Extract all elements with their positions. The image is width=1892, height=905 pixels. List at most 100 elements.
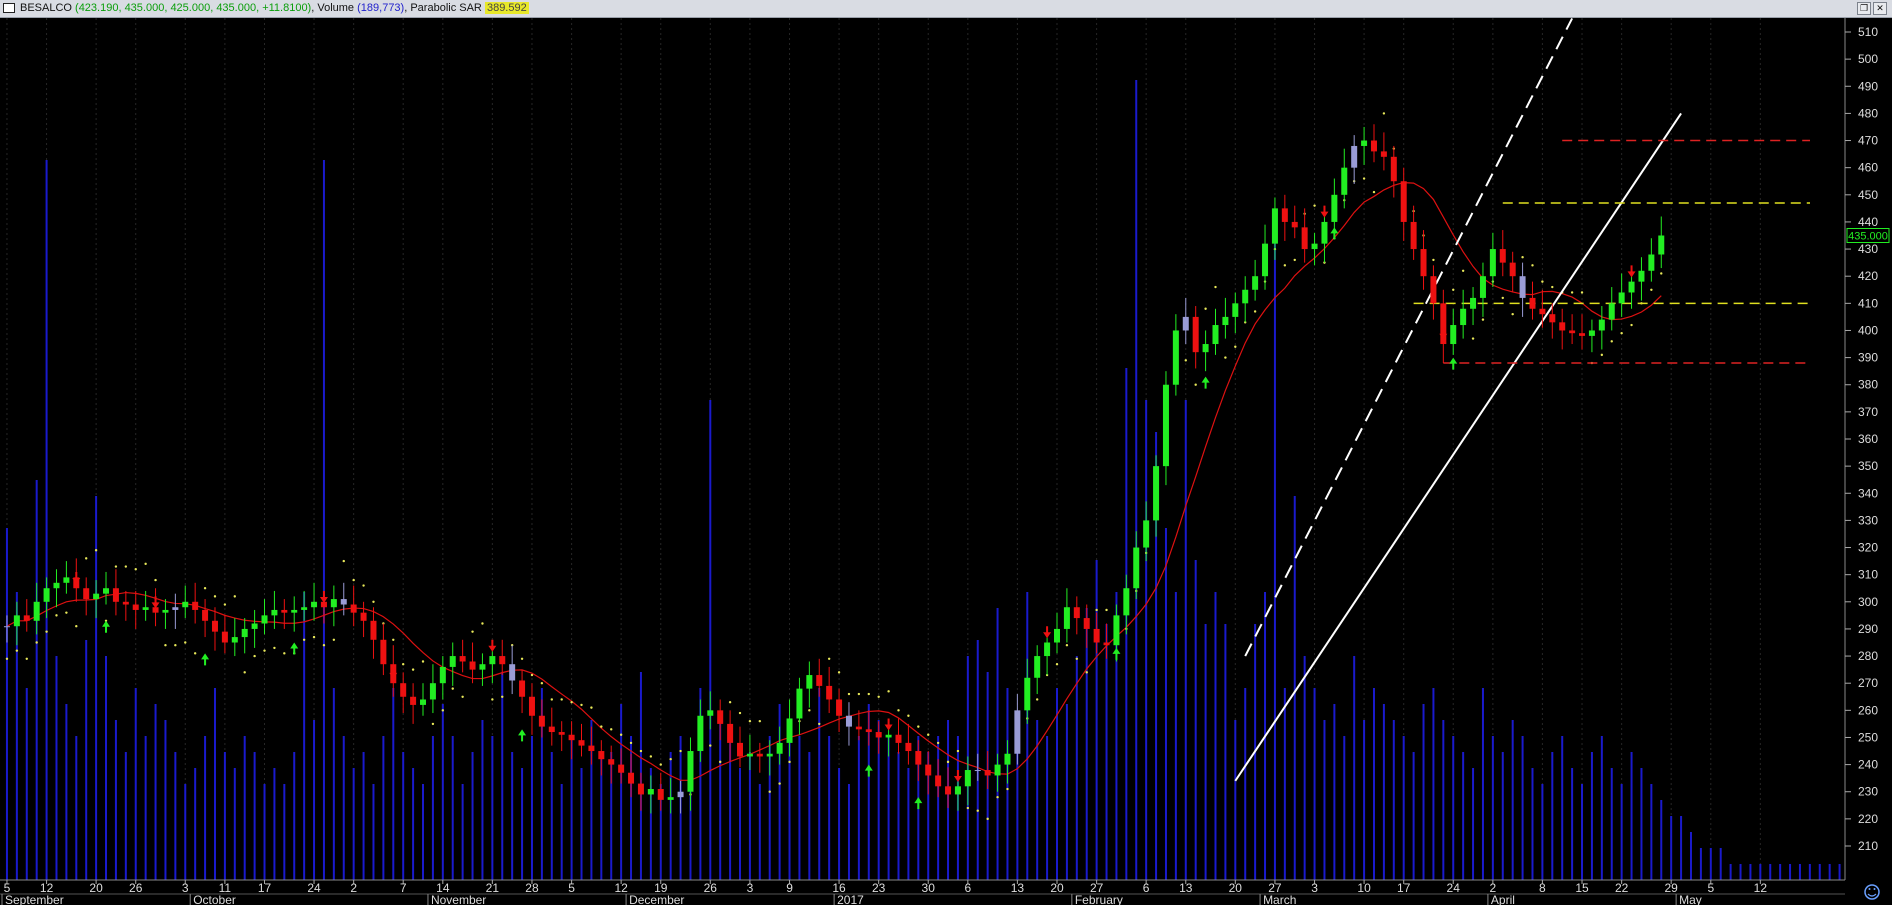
candle-body [1232, 303, 1239, 317]
volume-bar [560, 784, 563, 880]
candle-body [1628, 281, 1635, 293]
candle-body [1242, 289, 1249, 304]
volume-bar [1670, 816, 1673, 880]
sar-dot [15, 649, 19, 652]
volume-bar [1174, 592, 1177, 880]
month-label: 2017 [837, 893, 864, 905]
volume-bar [550, 752, 553, 880]
candle-body [1370, 140, 1377, 152]
sar-dot [362, 584, 365, 587]
volume-bar [719, 720, 722, 880]
candle-body [1598, 319, 1605, 331]
volume-bar [1372, 688, 1375, 880]
candle-body [1420, 249, 1427, 277]
candle-body [251, 623, 258, 629]
candle-body [826, 685, 833, 700]
volume-bar [1164, 528, 1167, 880]
restore-icon: ❐ [1859, 3, 1869, 13]
volume-bar [1590, 752, 1593, 880]
candle-body [697, 715, 704, 752]
day-tick-label: 12 [614, 881, 628, 895]
candle-body [1073, 607, 1080, 619]
price-chart[interactable]: 2102202302402502602702802903003103203303… [0, 18, 1892, 905]
restore-window-button[interactable]: ❐ [1857, 2, 1871, 15]
candle-body [984, 770, 991, 776]
day-tick-label: 24 [1447, 881, 1461, 895]
candle-body [271, 609, 278, 616]
sar-dot [471, 630, 474, 633]
candle-body [1063, 607, 1070, 629]
candle-body [1390, 156, 1397, 182]
candle-body [836, 699, 843, 716]
sar-dot [659, 763, 662, 766]
candle-body [1034, 656, 1041, 678]
sar-dot [1184, 359, 1187, 362]
sar-dot [976, 809, 979, 812]
sar-dot [1234, 345, 1237, 348]
candle-body [1529, 297, 1536, 309]
volume-bar [303, 592, 306, 880]
candle-body [885, 734, 892, 738]
sell-signal-arrow [488, 639, 497, 652]
candle-body [1658, 235, 1665, 255]
sar-dot [401, 663, 405, 666]
candle-body [1103, 642, 1110, 646]
buy-signal-arrow [102, 620, 111, 633]
price-axis-label: 300 [1858, 595, 1878, 609]
candle-body [1024, 677, 1031, 711]
candle-body [63, 577, 70, 583]
candle-body [935, 775, 942, 787]
volume-bar [402, 752, 405, 880]
price-axis-label: 330 [1858, 513, 1878, 527]
candle-body [360, 612, 367, 621]
price-axis-label: 450 [1858, 188, 1878, 202]
candle-body [964, 770, 971, 787]
sar-dot [1382, 112, 1386, 115]
candle-body [548, 726, 555, 733]
month-label: March [1263, 893, 1296, 905]
volume-bar [748, 752, 751, 880]
trend-line [1234, 112, 1682, 782]
day-tick-label: 13 [1179, 881, 1193, 895]
candle-body [1133, 547, 1140, 589]
price-axis-label: 380 [1858, 378, 1878, 392]
volume-value: (189,773) [357, 2, 405, 14]
candle-body [737, 742, 744, 757]
volume-bar [1789, 864, 1792, 880]
sar-dot [65, 611, 68, 614]
volume-bar [1323, 720, 1326, 880]
month-label: February [1075, 893, 1123, 905]
volume-bar [1481, 688, 1484, 880]
buy-signal-arrow [518, 729, 527, 742]
volume-bar [481, 720, 484, 880]
candle-body [132, 604, 139, 610]
candle-body [1172, 330, 1179, 385]
sar-dot [392, 638, 395, 641]
volume-bar [1075, 656, 1078, 880]
candle-body [588, 745, 595, 752]
candle-body [410, 696, 417, 705]
sar-dot [85, 557, 88, 560]
price-axis-label: 510 [1858, 25, 1878, 39]
volume-layer [5, 80, 1881, 880]
volume-bar [1283, 688, 1286, 880]
month-label: December [629, 893, 684, 905]
candle-body [182, 601, 189, 608]
sar-dot [223, 603, 227, 606]
candle-body [439, 666, 446, 684]
volume-bar [322, 160, 325, 880]
candle-body [895, 734, 902, 743]
volume-bar [293, 752, 296, 880]
sar-dot [639, 749, 643, 753]
day-tick-label: 26 [704, 881, 718, 895]
volume-bar [1105, 624, 1108, 880]
candle-body [112, 588, 119, 602]
candle-body [1479, 276, 1486, 298]
close-window-button[interactable]: ✕ [1873, 2, 1887, 15]
candle-body [1400, 181, 1407, 222]
time-axis-background [0, 880, 1892, 905]
candle-body [1509, 262, 1516, 277]
candle-body [1489, 249, 1496, 277]
sar-dot [312, 635, 316, 639]
candle-body [974, 770, 981, 772]
